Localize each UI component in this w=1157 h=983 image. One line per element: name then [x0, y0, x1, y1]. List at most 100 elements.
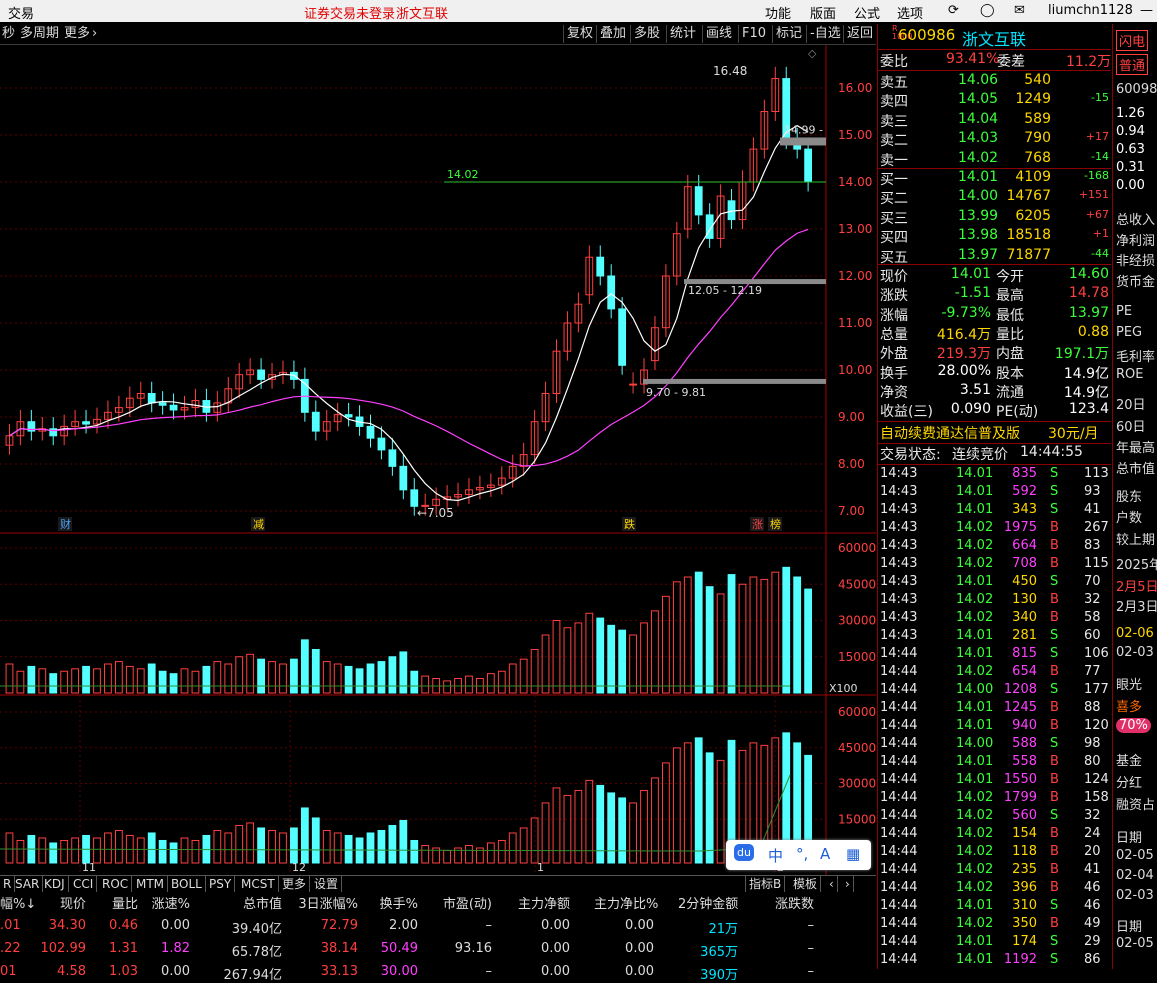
table-cell[interactable]: 0.00	[510, 941, 570, 956]
column-header[interactable]: 总市值	[222, 893, 282, 912]
asks-row[interactable]: 卖四 14.05 1249 -15	[878, 91, 1111, 110]
table-cell[interactable]: 34.30	[26, 918, 86, 933]
side-item[interactable]: 60日	[1116, 416, 1146, 435]
asks-row[interactable]: 卖三 14.04 589	[878, 111, 1111, 130]
column-header[interactable]: 现价	[26, 893, 86, 912]
tab-boll[interactable]: BOLL	[168, 876, 206, 892]
tab-sar[interactable]: SAR	[12, 876, 44, 892]
column-header[interactable]: 3日涨幅%	[298, 893, 358, 912]
side-item[interactable]: 2025年	[1116, 554, 1157, 573]
bids-row[interactable]: 买二 14.00 14767 +151	[878, 188, 1111, 207]
side-item[interactable]: 20日	[1116, 394, 1146, 413]
tool-adjust[interactable]: 复权	[563, 25, 596, 43]
side-item[interactable]: 基金	[1116, 750, 1142, 769]
table-cell[interactable]: 4.58	[26, 964, 86, 979]
asks-row[interactable]: 卖二 14.03 790 +17	[878, 130, 1111, 149]
side-item[interactable]: 毛利率	[1116, 346, 1155, 365]
side-item[interactable]: 0.31	[1116, 160, 1145, 175]
side-item[interactable]: 较上期	[1116, 529, 1155, 548]
refresh-icon[interactable]: ⟳	[948, 3, 959, 18]
side-item[interactable]: 日期	[1116, 827, 1142, 846]
asks-row[interactable]: 卖五 14.06 540	[878, 72, 1111, 91]
chevron-left-icon[interactable]: ‹	[826, 876, 838, 892]
table-cell[interactable]: 01	[0, 964, 17, 979]
table-cell[interactable]: 38.14	[298, 941, 358, 956]
baidu-ime-icon[interactable]: du	[734, 844, 754, 861]
tab-indicator-b[interactable]: 指标B	[745, 876, 786, 892]
chevron-right-icon[interactable]: ›	[92, 25, 97, 43]
side-item[interactable]: 货币金	[1116, 271, 1155, 290]
table-cell[interactable]: 0.00	[594, 964, 654, 979]
zone-bar[interactable]	[643, 378, 826, 384]
tool-draw[interactable]: 画线	[702, 25, 735, 43]
tab-kdj[interactable]: KDJ	[41, 876, 69, 892]
column-header[interactable]: 量比	[78, 893, 138, 912]
chevron-right-icon[interactable]: ›	[842, 876, 854, 892]
ime-grid-icon[interactable]: ▦	[846, 845, 860, 863]
table-cell[interactable]: 39.40亿	[222, 918, 282, 937]
table-cell[interactable]: 267.94亿	[222, 964, 283, 983]
side-item[interactable]: 闪电	[1116, 30, 1149, 51]
diamond-icon[interactable]: ◇	[808, 47, 817, 60]
tool-watchlist[interactable]: -自选	[806, 25, 844, 43]
table-cell[interactable]: 0.00	[594, 941, 654, 956]
side-item[interactable]: 0.94	[1116, 124, 1145, 139]
tool-stats[interactable]: 统计	[666, 25, 699, 43]
side-item[interactable]: 年最高	[1116, 437, 1155, 456]
column-header[interactable]: 涨速%	[130, 893, 190, 912]
column-header[interactable]: 主力净额	[510, 893, 570, 912]
bids-row[interactable]: 买四 13.98 18518 +1	[878, 227, 1111, 246]
tab-settings[interactable]: 设置	[311, 876, 343, 892]
table-cell[interactable]: –	[432, 964, 493, 979]
side-item[interactable]: 60098	[1116, 82, 1157, 97]
side-item[interactable]: 日期	[1116, 916, 1142, 935]
side-item[interactable]: 总收入	[1116, 209, 1155, 228]
table-cell[interactable]: 1.82	[130, 941, 190, 956]
bids-row[interactable]: 买三 13.99 6205 +67	[878, 208, 1111, 227]
username[interactable]: liumchn1128	[1048, 3, 1133, 18]
table-cell[interactable]: .01	[0, 918, 21, 933]
table-cell[interactable]: 30.00	[358, 964, 418, 979]
side-item[interactable]: 0.00	[1116, 178, 1145, 193]
side-item[interactable]: 02-06	[1116, 626, 1154, 641]
tool-multi-period[interactable]: 多周期	[20, 25, 59, 43]
stock-name[interactable]: 浙文互联	[962, 26, 1026, 50]
side-item[interactable]: 02-05	[1116, 936, 1154, 951]
menubar-stock-name[interactable]: 浙文互联	[396, 3, 448, 22]
tool-f10[interactable]: F10	[738, 25, 769, 43]
tool-multi-stock[interactable]: 多股	[630, 25, 663, 43]
table-cell[interactable]: 390万	[678, 964, 738, 983]
side-item[interactable]: 02-03	[1116, 888, 1154, 903]
column-header[interactable]: 涨跌数	[754, 893, 814, 912]
table-cell[interactable]: .22	[0, 941, 21, 956]
ime-punct-icon[interactable]: °,	[796, 845, 808, 863]
tab-psy[interactable]: PSY	[206, 876, 236, 892]
tab-roc[interactable]: ROC	[99, 876, 133, 892]
table-cell[interactable]: 0.00	[510, 918, 570, 933]
table-cell[interactable]: 2.00	[358, 918, 418, 933]
app-title[interactable]: 交易	[8, 3, 34, 22]
column-header[interactable]: 市盈(动)	[432, 893, 492, 912]
bids-row[interactable]: 买一 14.01 4109 -168	[878, 169, 1111, 188]
side-item[interactable]: 普通	[1116, 54, 1149, 75]
table-cell[interactable]: –	[432, 918, 493, 933]
side-item[interactable]: 2月3日	[1116, 596, 1157, 615]
ad-text[interactable]: 自动续费通达信普及版	[880, 423, 1020, 443]
side-item[interactable]: 眼光	[1116, 674, 1142, 693]
tool-back[interactable]: 返回	[843, 25, 876, 43]
tab-mtm[interactable]: MTM	[133, 876, 169, 892]
tool-more[interactable]: 更多	[64, 25, 90, 43]
side-item[interactable]: ROE	[1116, 367, 1143, 382]
side-item[interactable]: 喜多	[1116, 696, 1142, 715]
tab-mcst[interactable]: MCST	[238, 876, 279, 892]
column-header[interactable]: 主力净比%	[594, 893, 658, 912]
table-cell[interactable]: 1.03	[78, 964, 138, 979]
table-cell[interactable]: 365万	[678, 941, 738, 960]
side-item[interactable]: 分红	[1116, 772, 1142, 791]
table-cell[interactable]: 0.00	[510, 964, 570, 979]
menu-options[interactable]: 选项	[897, 3, 923, 22]
table-cell[interactable]: 33.13	[298, 964, 358, 979]
table-cell[interactable]: 102.99	[26, 941, 87, 956]
table-cell[interactable]: 0.00	[130, 918, 190, 933]
ime-font-icon[interactable]: A	[820, 845, 830, 863]
